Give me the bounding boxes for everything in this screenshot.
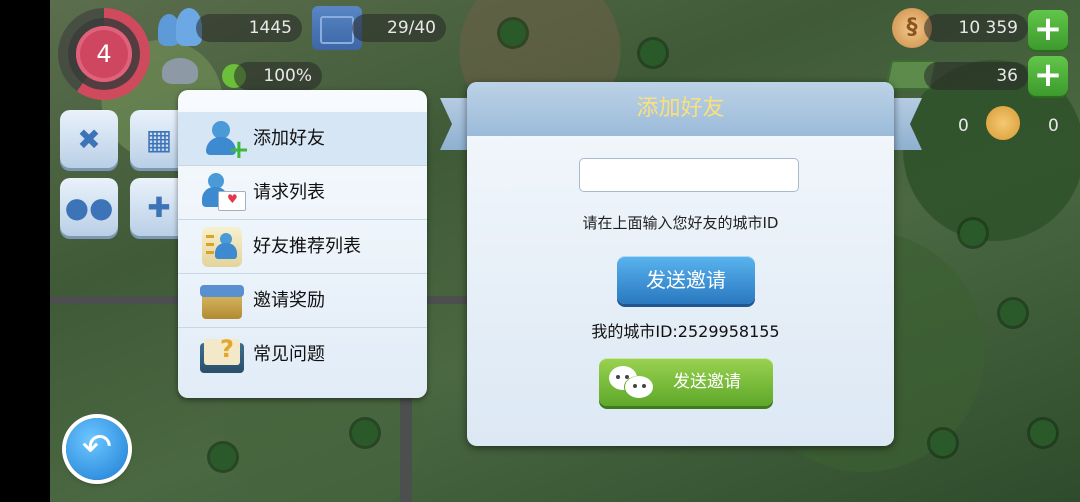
menu-item-label: 添加好友: [253, 128, 325, 149]
user-list-icon: [200, 227, 244, 267]
add-friend-dialog: 添加好友 请在上面输入您好友的城市ID 发送邀请 我的城市ID:25299581…: [467, 82, 894, 446]
back-button[interactable]: ↶: [66, 418, 128, 480]
happiness-counter[interactable]: 100%: [234, 62, 322, 90]
friends-menu: + 添加好友 请求列表 好友推荐列表 邀请奖励 ? 常见问题: [178, 90, 427, 398]
simoleons-counter[interactable]: 10 359: [924, 14, 1028, 42]
dialog-title: 添加好友: [467, 82, 894, 136]
tools-icon: ✖: [77, 122, 101, 156]
wechat-icon: [609, 366, 655, 400]
add-simoleons-button[interactable]: +: [1028, 10, 1068, 50]
wechat-invite-label: 发送邀请: [673, 372, 741, 392]
menu-item-request-list[interactable]: 请求列表: [178, 166, 427, 220]
send-invite-button[interactable]: 发送邀请: [617, 256, 755, 304]
menu-item-faq[interactable]: ? 常见问题: [178, 328, 427, 382]
wechat-invite-button[interactable]: 发送邀请: [599, 358, 773, 406]
menu-item-label: 请求列表: [253, 182, 325, 203]
dialog-body: 请在上面输入您好友的城市ID 发送邀请 我的城市ID:2529958155 发送…: [467, 136, 894, 446]
undo-arrow-icon: ↶: [81, 427, 113, 468]
add-user-icon: +: [200, 119, 250, 163]
population-counter[interactable]: 1445: [196, 14, 302, 42]
user-mail-icon: [200, 173, 246, 213]
tokens-counter: 0: [958, 116, 969, 136]
city-id-input[interactable]: [579, 158, 799, 192]
simcash-counter[interactable]: 36: [924, 62, 1028, 90]
mayor-cat-icon: [162, 58, 198, 84]
menu-item-label: 常见问题: [253, 344, 325, 365]
menu-item-recommend-list[interactable]: 好友推荐列表: [178, 220, 427, 274]
question-book-icon: ?: [200, 335, 244, 375]
build-tools-button[interactable]: ✖: [60, 110, 118, 168]
gift-box-icon: [200, 281, 244, 321]
key-icon: [986, 106, 1020, 140]
menu-item-add-friend[interactable]: + 添加好友: [178, 112, 427, 166]
my-city-id: 我的城市ID:2529958155: [591, 322, 780, 341]
level-badge[interactable]: 4: [76, 26, 132, 82]
add-simcash-button[interactable]: +: [1028, 56, 1068, 96]
menu-item-invite-reward[interactable]: 邀请奖励: [178, 274, 427, 328]
friends-icon: ●●: [64, 190, 114, 224]
menu-item-label: 好友推荐列表: [253, 236, 361, 257]
storage-counter[interactable]: 29/40: [352, 14, 446, 42]
menu-item-label: 邀请奖励: [253, 290, 325, 311]
input-hint: 请在上面输入您好友的城市ID: [582, 214, 779, 232]
left-screen-bar: [0, 0, 50, 502]
keys-counter: 0: [1048, 116, 1059, 136]
friends-button[interactable]: ●●: [60, 178, 118, 236]
